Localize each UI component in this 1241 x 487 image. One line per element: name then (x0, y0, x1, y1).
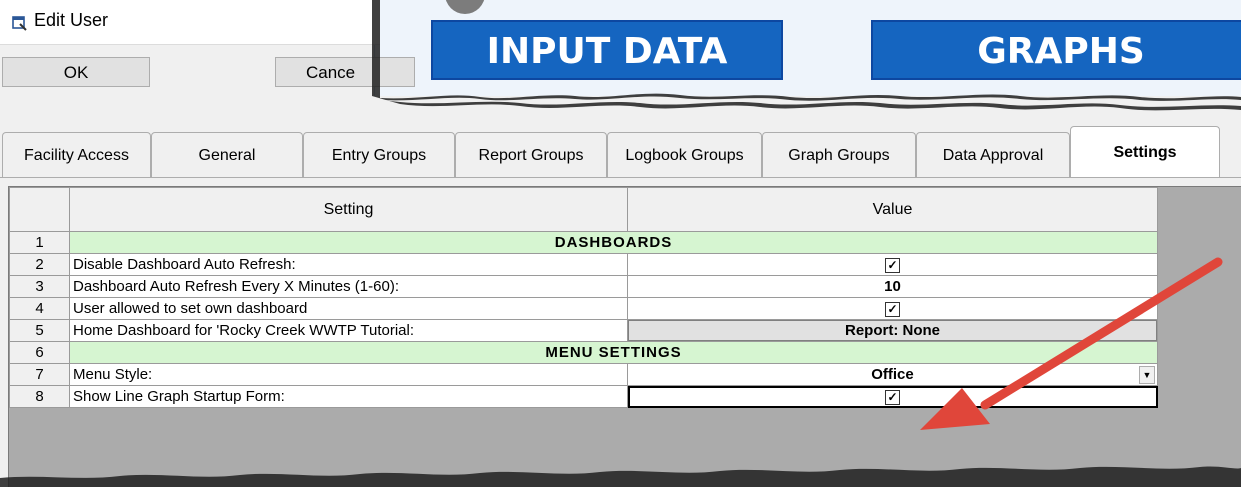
setting-label: Menu Style: (69, 363, 628, 386)
cancel-button[interactable]: Cance (275, 57, 415, 87)
setting-label: Dashboard Auto Refresh Every X Minutes (… (69, 275, 628, 298)
setting-label: Show Line Graph Startup Form: (69, 385, 628, 408)
tab-settings[interactable]: Settings (1070, 126, 1220, 178)
row-header-corner (9, 187, 70, 232)
tab-strip: Facility Access General Entry Groups Rep… (0, 124, 1241, 178)
title-bar: Edit User (0, 0, 380, 45)
setting-value-cell[interactable]: ✓ (627, 297, 1158, 320)
tab-facility-access[interactable]: Facility Access (2, 132, 151, 178)
setting-label: User allowed to set own dashboard (69, 297, 628, 320)
table-row: 6 MENU SETTINGS (9, 341, 1158, 364)
input-data-button[interactable]: INPUT DATA (431, 20, 783, 80)
tab-report-groups[interactable]: Report Groups (455, 132, 607, 178)
row-number[interactable]: 1 (9, 231, 70, 254)
row-number[interactable]: 2 (9, 253, 70, 276)
menu-style-dropdown[interactable]: Office ▼ (627, 363, 1158, 386)
table-row: 4 User allowed to set own dashboard ✓ (9, 297, 1158, 320)
tab-general[interactable]: General (151, 132, 303, 178)
tab-graph-groups[interactable]: Graph Groups (762, 132, 916, 178)
row-number[interactable]: 3 (9, 275, 70, 298)
row-number[interactable]: 6 (9, 341, 70, 364)
setting-value-cell: Report: None (627, 319, 1158, 342)
dialog-title: Edit User (34, 10, 109, 30)
value-column-header[interactable]: Value (627, 187, 1158, 232)
checkbox-checked-icon[interactable]: ✓ (885, 257, 900, 273)
section-header-menu-settings: MENU SETTINGS (69, 341, 1158, 364)
row-number[interactable]: 5 (9, 319, 70, 342)
table-row: 5 Home Dashboard for 'Rocky Creek WWTP T… (9, 319, 1158, 342)
menu-style-value: Office (871, 366, 914, 383)
app-logo-icon (445, 0, 485, 14)
edit-window-icon (12, 16, 27, 31)
graphs-button[interactable]: GRAPHS (871, 20, 1241, 80)
settings-grid: Setting Value 1 DASHBOARDS 2 Disable Das… (8, 186, 1241, 487)
setting-label: Home Dashboard for 'Rocky Creek WWTP Tut… (69, 319, 628, 342)
background-app-panel: INPUT DATA GRAPHS (374, 0, 1241, 96)
tab-divider (0, 177, 1241, 178)
setting-value-cell[interactable]: 10 (627, 275, 1158, 298)
table-row: 2 Disable Dashboard Auto Refresh: ✓ (9, 253, 1158, 276)
setting-label: Disable Dashboard Auto Refresh: (69, 253, 628, 276)
row-number[interactable]: 7 (9, 363, 70, 386)
edit-user-dialog: INPUT DATA GRAPHS Edit User OK Cance Fac… (0, 0, 1241, 487)
setting-value-cell[interactable]: ✓ (627, 253, 1158, 276)
chevron-down-icon[interactable]: ▼ (1139, 366, 1155, 384)
setting-column-header[interactable]: Setting (69, 187, 628, 232)
report-select-button[interactable]: Report: None (628, 320, 1157, 341)
row-number[interactable]: 8 (9, 385, 70, 408)
table-row: 1 DASHBOARDS (9, 231, 1158, 254)
table-row: 7 Menu Style: Office ▼ (9, 363, 1158, 386)
tab-data-approval[interactable]: Data Approval (916, 132, 1070, 178)
tab-logbook-groups[interactable]: Logbook Groups (607, 132, 762, 178)
checkbox-checked-icon[interactable]: ✓ (885, 301, 900, 317)
table-row: 8 Show Line Graph Startup Form: ✓ (9, 385, 1158, 408)
ok-button[interactable]: OK (2, 57, 150, 87)
section-header-dashboards: DASHBOARDS (69, 231, 1158, 254)
checkbox-checked-icon[interactable]: ✓ (885, 389, 900, 405)
row-number[interactable]: 4 (9, 297, 70, 320)
tab-entry-groups[interactable]: Entry Groups (303, 132, 455, 178)
setting-value-cell[interactable]: ✓ (627, 385, 1158, 408)
table-row: 3 Dashboard Auto Refresh Every X Minutes… (9, 275, 1158, 298)
